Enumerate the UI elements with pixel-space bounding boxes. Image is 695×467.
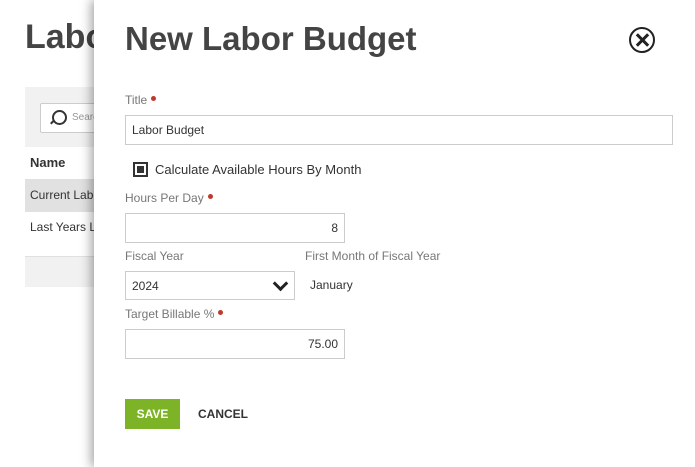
- checkbox-check-icon: [137, 166, 144, 173]
- required-dot: [218, 310, 224, 316]
- title-label: Title: [125, 93, 157, 107]
- required-dot: [151, 96, 157, 102]
- search-icon: [52, 110, 67, 125]
- fiscal-year-value: 2024: [132, 279, 159, 293]
- title-input[interactable]: [125, 115, 673, 145]
- save-button[interactable]: SAVE: [125, 399, 180, 429]
- calculate-hours-checkbox[interactable]: [133, 162, 148, 177]
- hours-per-day-input[interactable]: [125, 213, 345, 243]
- cancel-button[interactable]: CANCEL: [198, 399, 248, 429]
- calculate-hours-label: Calculate Available Hours By Month: [155, 162, 362, 177]
- fiscal-year-label: Fiscal Year: [125, 249, 184, 263]
- required-dot: [207, 194, 213, 200]
- target-billable-label: Target Billable %: [125, 307, 224, 321]
- first-month-value: January: [310, 278, 353, 292]
- new-labor-budget-modal: New Labor Budget Title Calculate Availab…: [94, 0, 695, 467]
- target-billable-input[interactable]: [125, 329, 345, 359]
- first-month-label: First Month of Fiscal Year: [305, 249, 441, 263]
- modal-title: New Labor Budget: [125, 20, 417, 57]
- hours-per-day-label: Hours Per Day: [125, 191, 213, 205]
- close-icon[interactable]: [629, 27, 655, 53]
- fiscal-year-select[interactable]: 2024: [125, 271, 295, 300]
- chevron-down-icon: [272, 275, 289, 292]
